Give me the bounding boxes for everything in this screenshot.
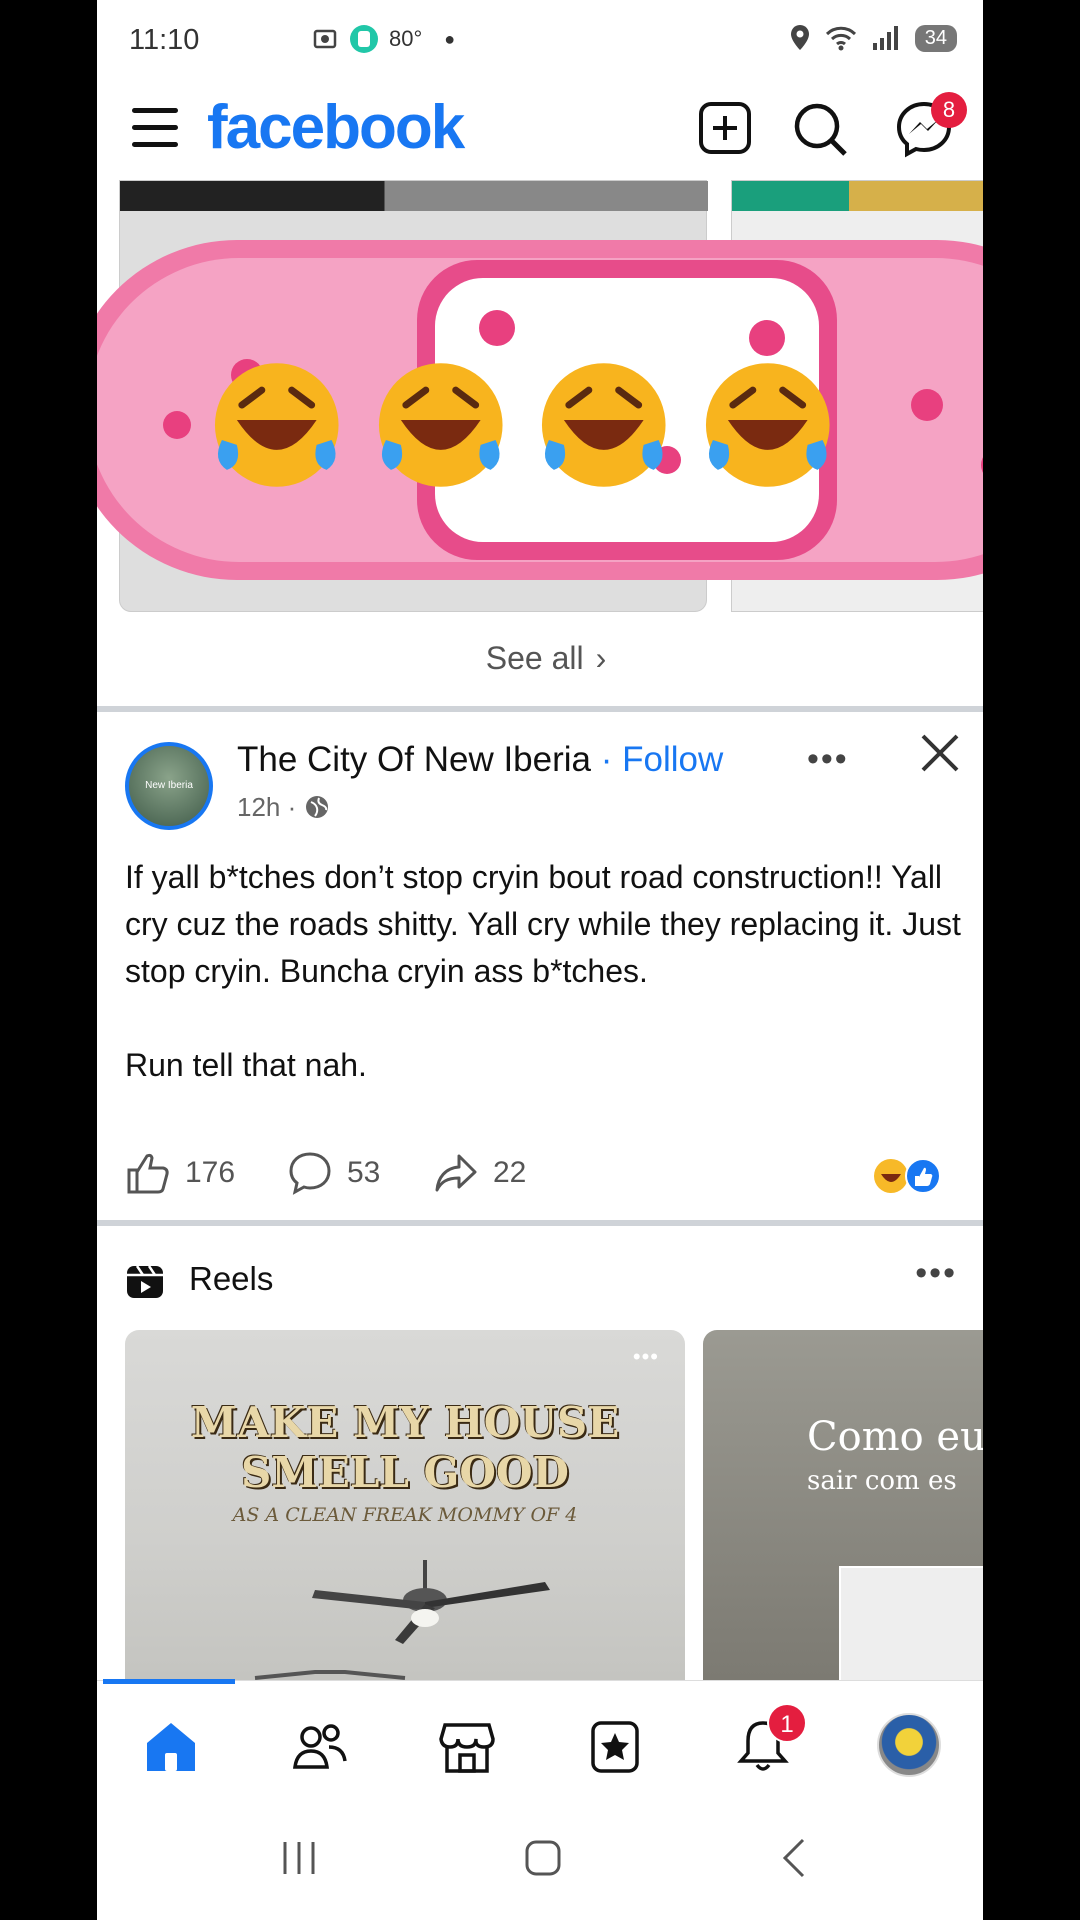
- screen-capture-icon: [313, 29, 337, 49]
- battery-indicator: 34: [914, 24, 957, 52]
- see-all-label: See all: [485, 640, 584, 676]
- facebook-logo[interactable]: facebook: [207, 92, 465, 163]
- page-avatar[interactable]: New Iberia: [125, 742, 213, 830]
- bottom-nav: 1: [97, 1679, 983, 1800]
- status-temperature: 80°: [389, 26, 423, 51]
- reels-title: Reels: [189, 1260, 274, 1297]
- marketplace-icon: [439, 1723, 495, 1773]
- system-nav-bar: [97, 1800, 983, 1920]
- status-time: 11:10: [129, 24, 200, 56]
- post-author[interactable]: The City Of New Iberia: [237, 740, 591, 779]
- post-paragraph: If yall b*tches don’t stop cryin bout ro…: [125, 859, 961, 989]
- post-header: The City Of New Iberia · Follow: [237, 740, 723, 780]
- thumbs-up-icon: [127, 1153, 169, 1194]
- star-bookmark-icon: [591, 1721, 639, 1773]
- comment-icon: [289, 1152, 331, 1195]
- app-header: facebook 8: [97, 80, 983, 180]
- tab-home[interactable]: [141, 1717, 201, 1777]
- reels-icon: [127, 1265, 163, 1298]
- author-separator: ·: [591, 740, 623, 779]
- post-text: If yall b*tches don’t stop cryin bout ro…: [125, 854, 965, 1136]
- reel-subtitle: sair com es: [807, 1466, 957, 1496]
- home-button-icon[interactable]: [521, 1836, 565, 1880]
- meta-separator: ·: [280, 792, 304, 822]
- reel-title: Como eu: [807, 1414, 983, 1460]
- status-dot-icon: ●: [444, 28, 456, 49]
- reel-inset-image: [839, 1566, 983, 1680]
- see-all-link[interactable]: See all ›: [97, 640, 983, 677]
- reel-card[interactable]: ••• MAKE MY HOUSE SMELL GOOD AS A CLEAN …: [125, 1330, 685, 1680]
- reels-section: Reels ••• ••• MAKE MY HOUSE SMELL GOOD A…: [97, 1226, 983, 1686]
- ceiling-fan-icon: [254, 1560, 550, 1680]
- post-paragraph: Run tell that nah.: [125, 1047, 367, 1083]
- status-right-icons: 34: [789, 24, 957, 52]
- reel-title: MAKE MY HOUSE SMELL GOOD: [190, 1398, 620, 1497]
- share-button[interactable]: 22: [433, 1150, 526, 1196]
- laughing-emoji-icon: [214, 363, 339, 487]
- messenger-button[interactable]: 8: [895, 92, 967, 160]
- friends-icon: [293, 1724, 347, 1769]
- back-icon[interactable]: [773, 1836, 817, 1880]
- recent-apps-icon[interactable]: [277, 1836, 321, 1880]
- tab-favorites[interactable]: [585, 1717, 645, 1777]
- phone-screen: 11:10 80° ● 34 facebook 8 See all › New …: [97, 0, 983, 1920]
- messenger-badge: 8: [931, 92, 967, 128]
- follow-button[interactable]: Follow: [622, 740, 723, 779]
- post-more-icon[interactable]: •••: [807, 740, 849, 779]
- notifications-badge: 1: [767, 1703, 807, 1743]
- status-left-icons: 80° ●: [311, 24, 455, 54]
- post-meta: 12h ·: [237, 792, 330, 823]
- close-icon[interactable]: [919, 732, 961, 774]
- plus-square-icon: [699, 102, 751, 154]
- reel-card[interactable]: Como eu sair com es: [703, 1330, 983, 1680]
- watch-icon: [350, 25, 378, 53]
- reels-more-icon[interactable]: •••: [915, 1254, 957, 1293]
- reactions-icon[interactable]: [871, 1156, 945, 1196]
- reel-subtitle: AS A CLEAN FREAK MOMMY OF 4: [232, 1504, 578, 1526]
- suggested-carousel: See all ›: [97, 180, 983, 710]
- laughing-emoji-icon: [541, 363, 666, 487]
- create-post-button[interactable]: [697, 100, 757, 160]
- share-icon: [435, 1154, 477, 1192]
- reel-more-icon[interactable]: •••: [633, 1344, 659, 1370]
- location-icon: [790, 25, 809, 50]
- feed-divider: [97, 706, 983, 712]
- signal-icon: [872, 26, 898, 50]
- active-tab-indicator: [103, 1679, 235, 1684]
- like-button[interactable]: 176: [125, 1150, 235, 1196]
- chevron-right-icon: ›: [595, 640, 607, 676]
- feed-post: New Iberia The City Of New Iberia · Foll…: [97, 716, 983, 1226]
- home-icon: [147, 1723, 195, 1771]
- wifi-icon: [825, 26, 856, 51]
- tab-notifications[interactable]: 1: [733, 1703, 807, 1777]
- laughing-emoji-icon: [378, 363, 503, 487]
- share-count: 22: [493, 1156, 527, 1189]
- tab-marketplace[interactable]: [437, 1717, 497, 1777]
- profile-avatar[interactable]: [877, 1713, 941, 1777]
- post-time: 12h: [237, 792, 281, 822]
- comment-count: 53: [347, 1156, 381, 1189]
- globe-icon: [305, 796, 328, 818]
- tab-friends[interactable]: [289, 1717, 349, 1777]
- post-actions: 176 53 22: [125, 1150, 965, 1206]
- comment-button[interactable]: 53: [287, 1150, 380, 1196]
- battery-level: 34: [924, 26, 947, 49]
- search-button[interactable]: [791, 100, 851, 160]
- emoji-overlay: [202, 350, 842, 510]
- menu-icon[interactable]: [132, 108, 178, 152]
- like-count: 176: [185, 1156, 236, 1189]
- search-icon: [794, 103, 847, 156]
- avatar-text: New Iberia: [145, 780, 193, 791]
- status-bar: 11:10 80° ● 34: [97, 0, 983, 80]
- laughing-emoji-icon: [705, 363, 830, 487]
